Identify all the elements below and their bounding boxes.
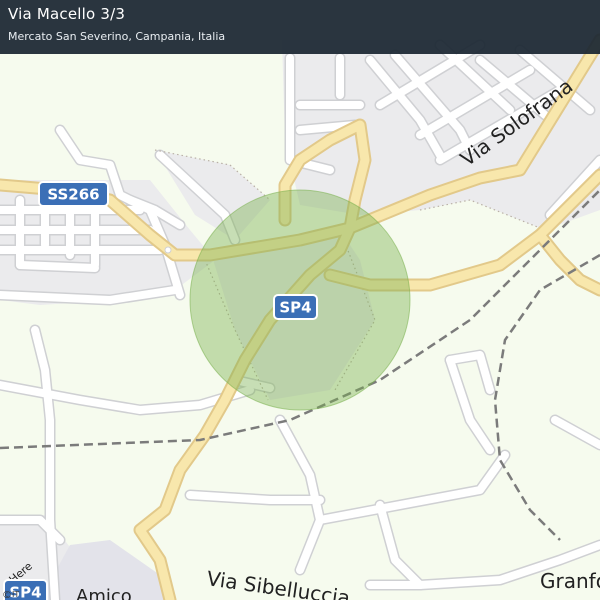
attribution[interactable]: © IT: [2, 590, 19, 600]
roundabout: [164, 246, 172, 254]
road-shield-ss266: SS266: [38, 181, 109, 207]
location-subtitle: Mercato San Severino, Campania, Italia: [8, 30, 226, 43]
road-shield-sp4: SP4: [273, 294, 318, 320]
place-label-amico: Amico: [76, 586, 132, 600]
svg-text:SS266: SS266: [47, 186, 99, 204]
attribution-country: IT: [12, 590, 19, 599]
minor-road: [16, 261, 99, 272]
svg-text:SP4: SP4: [279, 299, 311, 317]
street-label-granfo: Granfo: [540, 569, 600, 593]
map-view[interactable]: Via Solofrana Via Sibelluccia Granfo Her…: [0, 0, 600, 600]
location-header: Via Macello 3/3 Mercato San Severino, Ca…: [0, 0, 600, 54]
location-title: Via Macello 3/3: [8, 5, 126, 23]
map-canvas[interactable]: Via Solofrana Via Sibelluccia Granfo Her…: [0, 0, 600, 600]
attribution-copyright: ©: [2, 590, 12, 600]
